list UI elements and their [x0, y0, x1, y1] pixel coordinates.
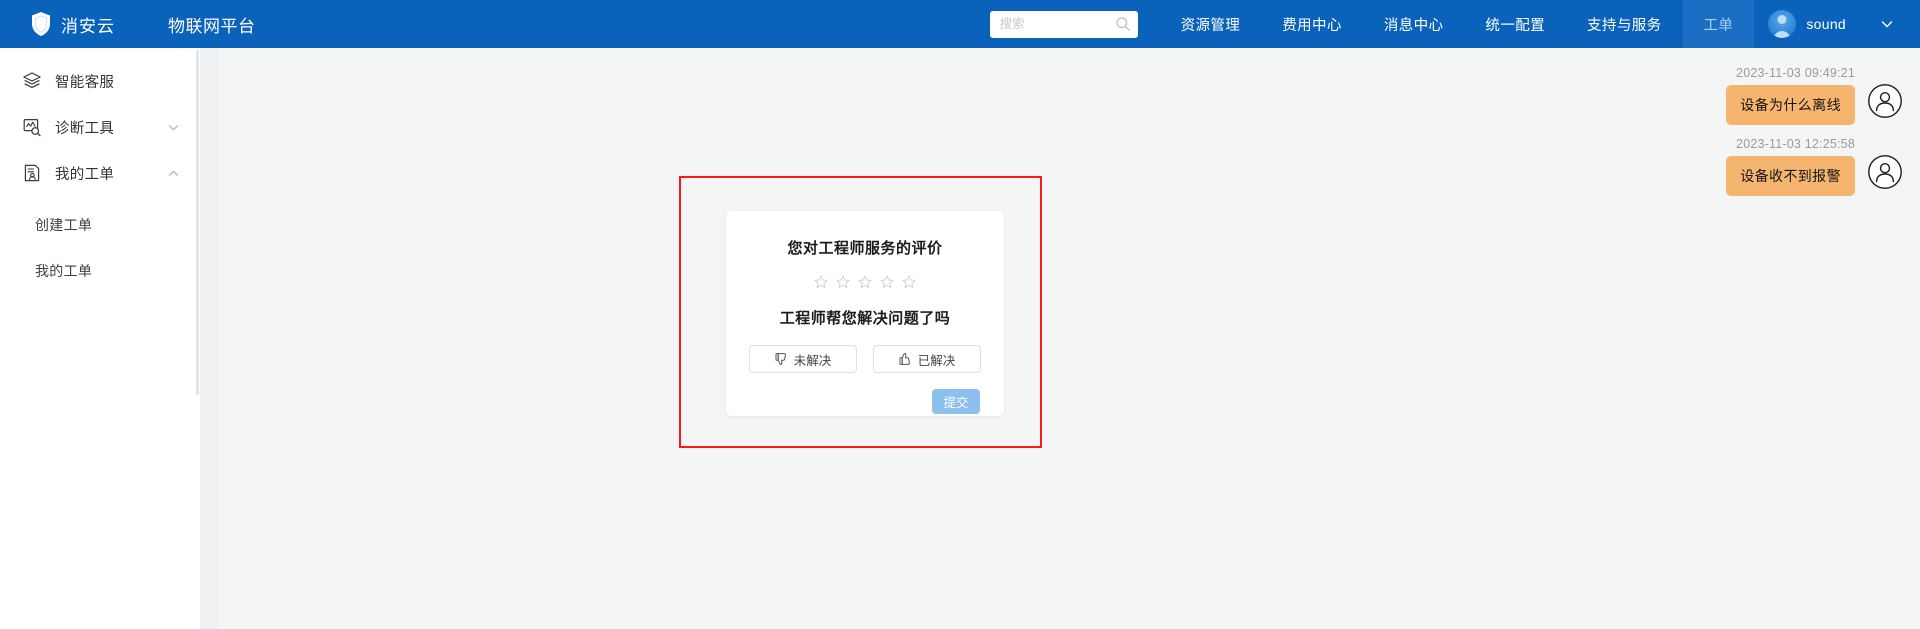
nav-item-message-center[interactable]: 消息中心 [1363, 0, 1465, 48]
star-outline-icon[interactable] [835, 275, 851, 289]
nav-item-billing-center[interactable]: 费用中心 [1261, 0, 1363, 48]
user-menu[interactable]: sound [1754, 0, 1920, 48]
star-rating-group[interactable] [748, 275, 982, 289]
search-box[interactable] [989, 10, 1138, 38]
submit-row: 提交 [748, 389, 982, 414]
sidebar-item-label: 诊断工具 [55, 120, 115, 137]
sidebar-item-diagnostic-tools[interactable]: 诊断工具 [0, 104, 200, 150]
platform-title: 物联网平台 [168, 16, 256, 36]
rating-card-question: 工程师帮您解决问题了吗 [779, 310, 951, 327]
user-name: sound [1806, 16, 1846, 32]
shield-icon [30, 11, 52, 37]
sidebar-scrollbar-thumb[interactable] [196, 50, 199, 395]
unresolved-label: 未解决 [793, 353, 832, 368]
user-circle-icon [1868, 84, 1902, 118]
nav-item-unified-config[interactable]: 统一配置 [1464, 0, 1566, 48]
thumbs-down-icon [775, 352, 789, 366]
search-input[interactable] [989, 10, 1138, 38]
star-outline-icon[interactable] [879, 275, 895, 289]
chat-message-body: 2023-11-03 09:49:21 设备为什么离线 [1726, 66, 1855, 125]
sidebar-item-label: 智能客服 [55, 74, 115, 91]
resolution-choice-group: 未解决 已解决 [748, 345, 982, 373]
chat-message-body: 2023-11-03 12:25:58 设备收不到报警 [1726, 137, 1855, 196]
chevron-down-icon[interactable] [1880, 17, 1894, 31]
chat-message: 2023-11-03 12:25:58 设备收不到报警 [1726, 137, 1902, 196]
ticket-document-icon [22, 163, 42, 183]
star-outline-icon[interactable] [813, 275, 829, 289]
nav-item-support-service[interactable]: 支持与服务 [1566, 0, 1683, 48]
chevron-up-icon[interactable] [167, 167, 180, 180]
layers-icon [22, 71, 42, 91]
resolved-button[interactable]: 已解决 [873, 345, 981, 373]
chat-message-timestamp: 2023-11-03 09:49:21 [1736, 66, 1855, 80]
chat-message-bubble[interactable]: 设备收不到报警 [1726, 156, 1855, 196]
sidebar: 智能客服 诊断工具 我的工单 创建工单 我的工单 [0, 48, 200, 629]
star-outline-icon[interactable] [857, 275, 873, 289]
chevron-down-icon[interactable] [167, 121, 180, 134]
user-avatar-icon [1768, 10, 1797, 38]
chat-message-list: 2023-11-03 09:49:21 设备为什么离线 2023-11-03 1… [1602, 66, 1902, 208]
rating-card-title: 您对工程师服务的评价 [787, 240, 943, 257]
nav-item-resource-management[interactable]: 资源管理 [1160, 0, 1262, 48]
brand-logo-area[interactable]: 消安云 [30, 0, 115, 48]
submit-button[interactable]: 提交 [932, 389, 980, 414]
main-nav: 资源管理 费用中心 消息中心 统一配置 支持与服务 工单 [1160, 0, 1755, 48]
nav-item-work-order[interactable]: 工单 [1682, 0, 1755, 48]
sidebar-scrollbar[interactable] [195, 48, 200, 629]
sidebar-top-spacer [0, 48, 200, 58]
chat-message-bubble[interactable]: 设备为什么离线 [1726, 85, 1855, 125]
service-rating-card: 您对工程师服务的评价 工程师帮您解决问题了吗 未解决 已解决 提交 [726, 211, 1004, 416]
chat-message-timestamp: 2023-11-03 12:25:58 [1736, 137, 1855, 151]
thumbs-up-icon [899, 352, 913, 366]
star-outline-icon[interactable] [901, 275, 917, 289]
chart-search-icon [22, 117, 42, 137]
sidebar-item-my-work-orders[interactable]: 我的工单 [0, 150, 200, 196]
brand-name: 消安云 [61, 16, 115, 36]
top-navigation-bar: 消安云 物联网平台 资源管理 费用中心 消息中心 统一配置 支持与服务 工单 s… [0, 0, 1920, 48]
sidebar-subitem-create-work-order[interactable]: 创建工单 [0, 202, 200, 248]
unresolved-button[interactable]: 未解决 [749, 345, 857, 373]
sidebar-subitem-my-work-order[interactable]: 我的工单 [0, 248, 200, 294]
content-panel: 2023-11-03 09:49:21 设备为什么离线 2023-11-03 1… [218, 48, 1920, 629]
user-circle-icon [1868, 155, 1902, 189]
sidebar-item-smart-service[interactable]: 智能客服 [0, 58, 200, 104]
sidebar-item-label: 我的工单 [55, 166, 115, 183]
chat-message: 2023-11-03 09:49:21 设备为什么离线 [1726, 66, 1902, 125]
resolved-label: 已解决 [917, 353, 956, 368]
